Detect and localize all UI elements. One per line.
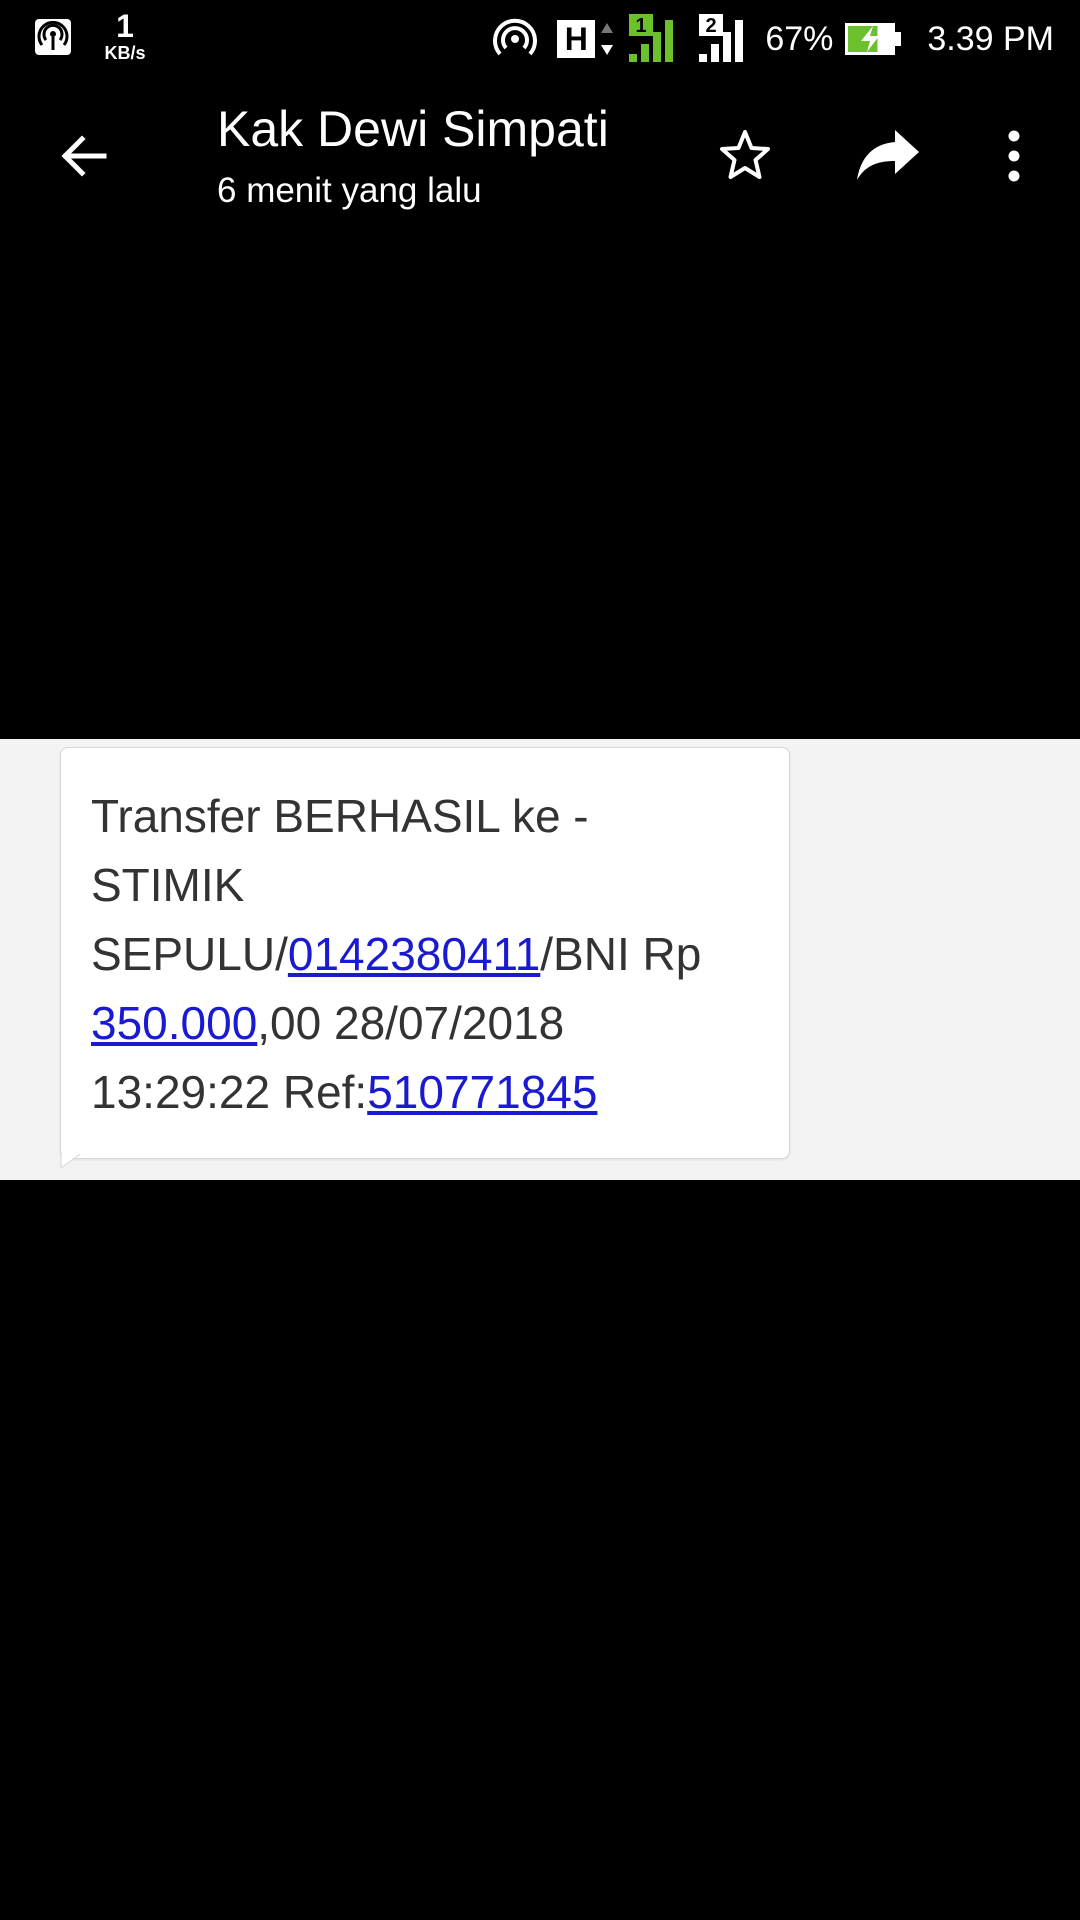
message-line-5-prefix: 13:29:22 Ref: [91, 1066, 368, 1118]
conversation-title: Kak Dewi Simpati [217, 101, 609, 157]
hotspot-icon [493, 18, 538, 56]
star-icon[interactable] [715, 126, 775, 186]
network-speed-unit: KB/s [104, 43, 146, 63]
network-speed: 1 KB/s [96, 10, 154, 62]
network-speed-value: 1 [116, 8, 134, 44]
reference-link[interactable]: 510771845 [367, 1066, 597, 1118]
back-arrow-icon[interactable] [54, 126, 114, 186]
status-icons: H 1 2 67% 3.39 PM [493, 14, 1054, 64]
sim2-label: 2 [706, 15, 717, 37]
message-line-2: STIMIK [91, 859, 245, 911]
status-bar: 1 KB/s H 1 2 67% 3.39 PM [0, 0, 1080, 78]
reply-icon[interactable] [855, 128, 921, 182]
data-arrows-icon [601, 23, 614, 55]
message-bubble[interactable]: Transfer BERHASIL ke - STIMIK SEPULU/01423… [60, 747, 790, 1169]
message-text: Transfer BERHASIL ke - STIMIK SEPULU/01423… [91, 782, 781, 1127]
message-line-3-suffix: /BNI Rp [540, 928, 702, 980]
conversation-timestamp: 6 menit yang lalu [217, 171, 482, 210]
message-image[interactable]: Transfer BERHASIL ke - STIMIK SEPULU/01423… [0, 739, 1080, 1180]
message-line-1: Transfer BERHASIL ke - [91, 790, 589, 842]
signal-sim1-icon: 1 [629, 14, 674, 62]
amount-link[interactable]: 350.000 [91, 997, 257, 1049]
bubble-tail [60, 1152, 84, 1169]
hotspot-icon [35, 19, 71, 55]
clock: 3.39 PM [927, 19, 1054, 58]
message-line-3-prefix: SEPULU/ [91, 928, 288, 980]
battery-percent: 67% [765, 19, 834, 58]
signal-sim2-icon: 2 [699, 14, 744, 62]
battery-charging-icon [845, 23, 902, 55]
screen: 1 KB/s H 1 2 67% 3.39 PM Kak Dewi Simpat… [0, 0, 1080, 1920]
sim1-label: 1 [636, 15, 647, 37]
message-line-4-suffix: ,00 28/07/2018 [257, 997, 565, 1049]
toolbar: Kak Dewi Simpati 6 menit yang lalu [0, 78, 1080, 232]
account-number-link[interactable]: 0142380411 [288, 928, 540, 980]
more-vert-icon[interactable] [996, 126, 1032, 186]
network-type-badge: H [557, 20, 596, 58]
